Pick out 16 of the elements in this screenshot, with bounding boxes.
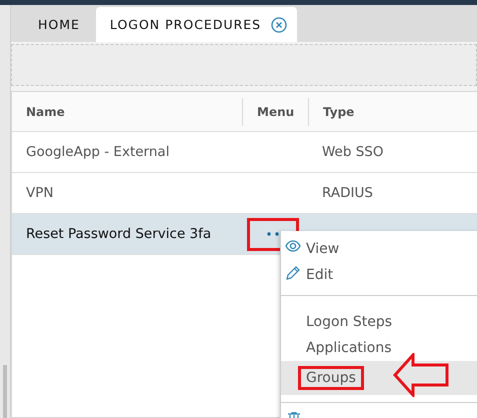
- table-cell-text: VPN: [25, 185, 54, 201]
- table-cell-text: RADIUS: [321, 185, 374, 201]
- menu-item[interactable]: Applications: [281, 335, 477, 361]
- menu-item[interactable]: Groups: [281, 361, 477, 395]
- highlight-box: Groups: [298, 366, 364, 390]
- column-header[interactable]: Menu: [242, 98, 308, 126]
- tab[interactable]: LOGON PROCEDURES: [96, 7, 298, 42]
- column-header[interactable]: Type: [308, 98, 477, 126]
- table-cell-text: Web SSO: [321, 144, 384, 160]
- menu-item[interactable]: Edit: [281, 262, 477, 288]
- table-cell-text: GoogleApp - External: [25, 144, 170, 160]
- table-row[interactable]: GoogleApp - External Web SSO: [12, 132, 477, 173]
- column-header[interactable]: Name: [12, 98, 242, 126]
- table-cell-text: Reset Password Service 3fa: [25, 226, 212, 242]
- menu-item[interactable]: Logon Steps: [281, 309, 477, 335]
- tab[interactable]: HOME: [11, 7, 96, 42]
